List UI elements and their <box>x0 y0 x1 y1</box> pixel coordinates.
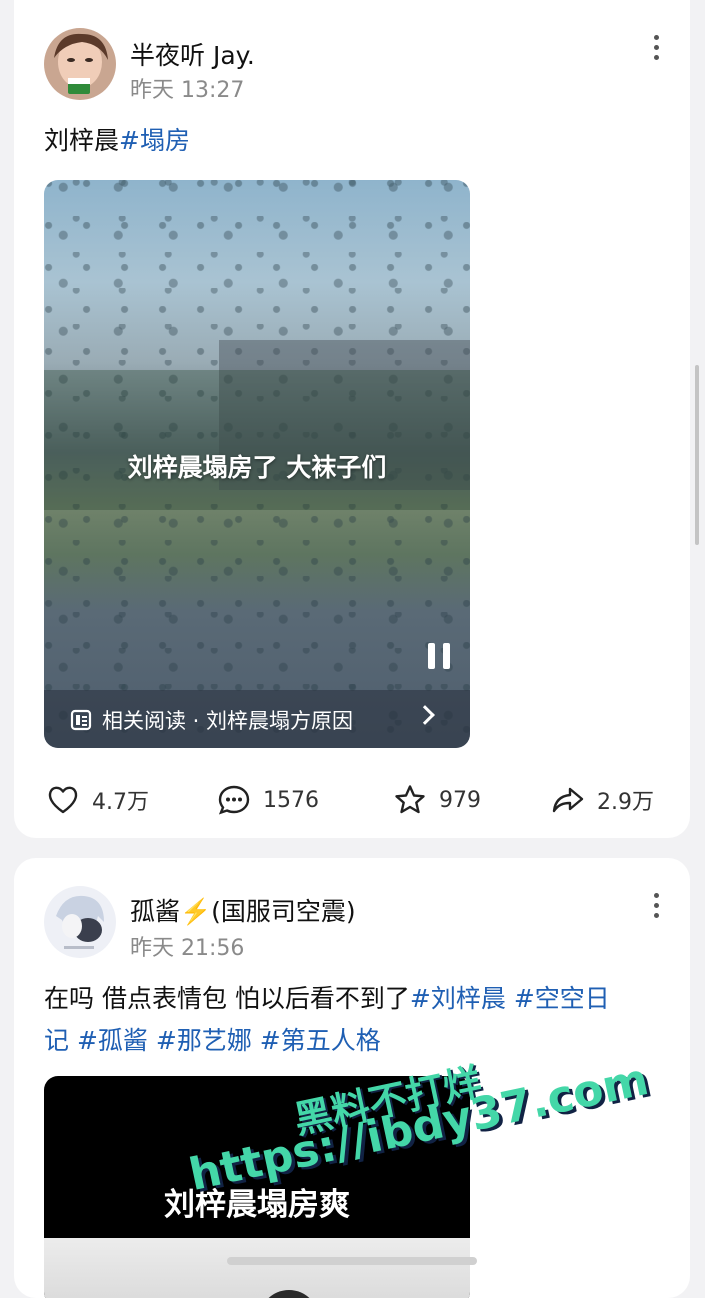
avatar[interactable] <box>44 28 116 100</box>
heart-icon <box>48 786 78 814</box>
share-icon <box>552 787 584 813</box>
hashtag-link[interactable]: #空空日 <box>514 984 610 1013</box>
comment-count: 1576 <box>263 787 319 813</box>
post-text-plain: 刘梓晨 <box>44 126 120 155</box>
comment-button[interactable]: 1576 <box>217 780 319 820</box>
share-count: 2.9万 <box>597 790 654 815</box>
username[interactable]: 半夜听 Jay. <box>130 36 255 72</box>
post-card: 半夜听 Jay. 昨天 13:27 刘梓晨#塌房 刘梓晨塌房了 大袜子们 相关阅… <box>14 0 690 838</box>
comment-icon <box>218 785 250 815</box>
post-text-line-2: 记 #孤酱 #那艺娜 #第五人格 <box>44 1020 656 1062</box>
video-caption: 刘梓晨塌房了 大袜子们 <box>127 453 387 482</box>
scrollbar[interactable] <box>695 365 699 545</box>
avatar[interactable] <box>44 886 116 958</box>
post-text: 在吗 借点表情包 怕以后看不到了#刘梓晨 #空空日 记 #孤酱 #那艺娜 #第五… <box>44 978 656 1062</box>
hashtag-link[interactable]: #刘梓晨 <box>410 984 506 1013</box>
hashtag-link[interactable]: #孤酱 <box>77 1026 148 1055</box>
more-options-icon[interactable] <box>652 35 660 63</box>
share-button[interactable]: 2.9万 <box>551 780 654 820</box>
hashtag-link[interactable]: #第五人格 <box>260 1026 381 1055</box>
hashtag-link-continued[interactable]: 记 <box>44 1026 69 1055</box>
like-count: 4.7万 <box>92 790 149 815</box>
star-icon <box>395 785 425 814</box>
person-hair <box>259 1290 319 1298</box>
favorite-count: 979 <box>439 787 481 813</box>
like-button[interactable]: 4.7万 <box>46 780 149 820</box>
more-options-icon[interactable] <box>652 893 660 921</box>
post-card: 孤酱⚡️(国服司空震) 昨天 21:56 在吗 借点表情包 怕以后看不到了#刘梓… <box>14 858 690 1298</box>
chevron-right-icon <box>415 705 435 725</box>
username[interactable]: 孤酱⚡️(国服司空震) <box>130 892 356 928</box>
image-photo-area <box>44 1238 470 1298</box>
home-indicator[interactable] <box>227 1257 477 1265</box>
pause-icon[interactable] <box>428 643 452 669</box>
video-player[interactable]: 刘梓晨塌房了 大袜子们 相关阅读 · 刘梓晨塌方原因 <box>44 180 470 748</box>
image-caption: 刘梓晨塌房爽 <box>164 1187 350 1223</box>
timestamp: 昨天 13:27 <box>130 78 245 103</box>
hashtag-link[interactable]: #塌房 <box>119 126 190 155</box>
post-text-plain: 在吗 借点表情包 怕以后看不到了 <box>44 984 410 1013</box>
related-reading-label: 相关阅读 · 刘梓晨塌方原因 <box>102 709 354 733</box>
related-reading-bar[interactable]: 相关阅读 · 刘梓晨塌方原因 <box>44 690 470 748</box>
favorite-button[interactable]: 979 <box>393 780 481 820</box>
timestamp: 昨天 21:56 <box>130 936 245 961</box>
action-bar: 4.7万 1576 979 2.9万 <box>14 780 690 820</box>
document-icon <box>70 709 92 731</box>
background-trees <box>44 370 470 510</box>
post-text: 刘梓晨#塌房 <box>44 120 656 162</box>
post-text-line-1: 在吗 借点表情包 怕以后看不到了#刘梓晨 #空空日 <box>44 978 656 1020</box>
hashtag-link[interactable]: #那艺娜 <box>156 1026 252 1055</box>
